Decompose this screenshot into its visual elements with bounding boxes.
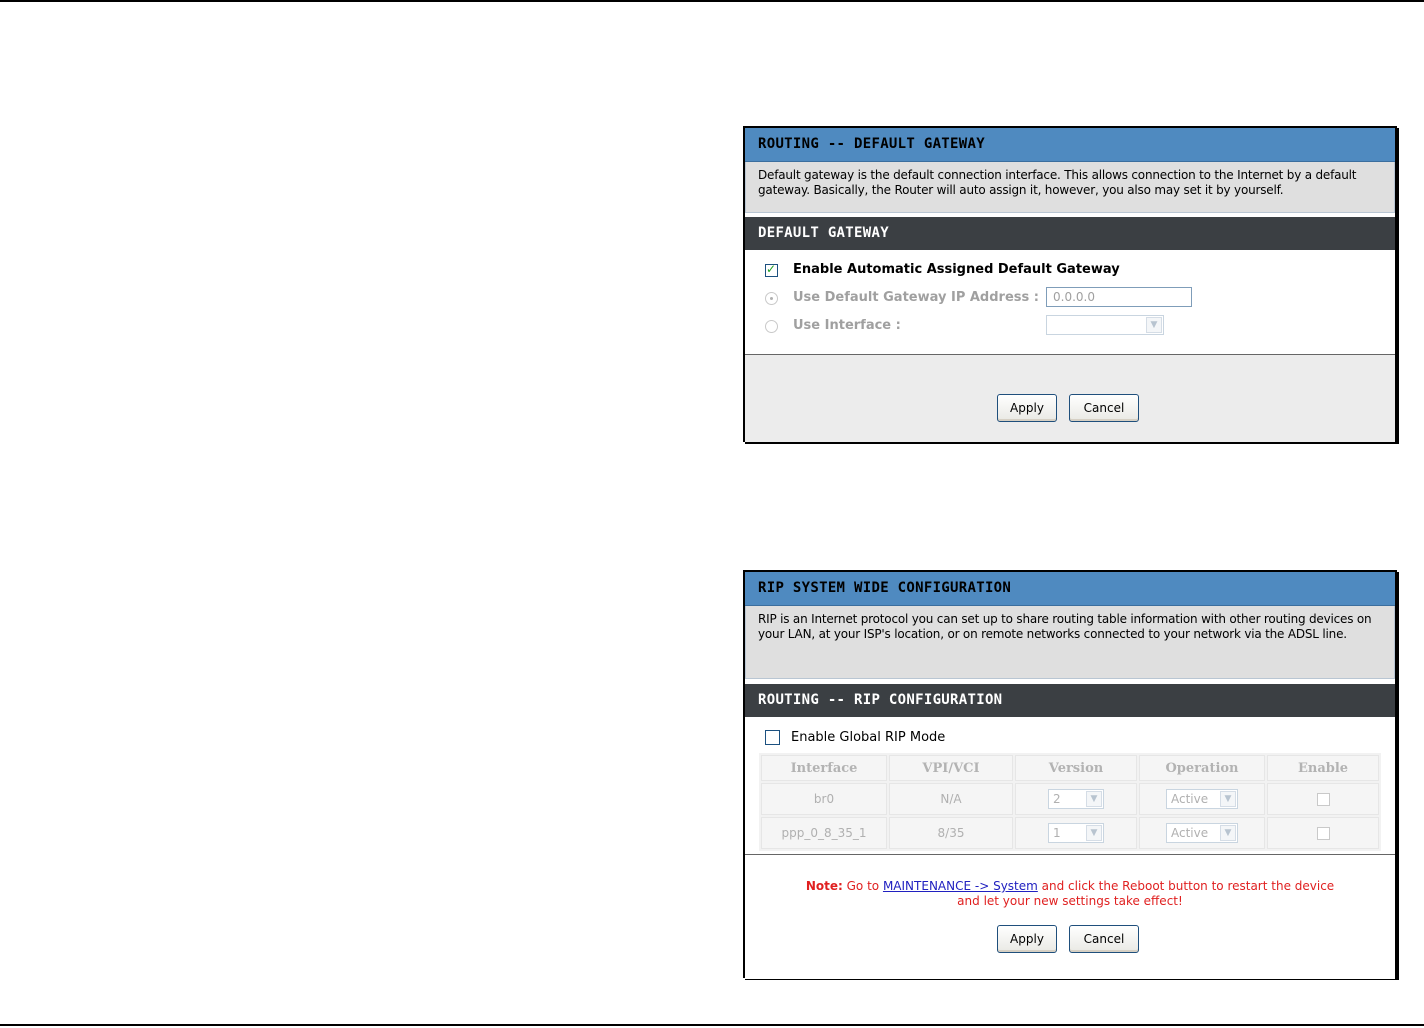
default-gateway-form: Enable Automatic Assigned Default Gatewa… — [745, 250, 1395, 354]
operation-select-value: Active — [1171, 792, 1209, 806]
rip-section-title: ROUTING -- RIP CONFIGURATION — [745, 684, 1395, 717]
row-version-cell: 1 ▼ — [1015, 817, 1137, 849]
chevron-down-icon: ▼ — [1086, 825, 1102, 841]
use-gateway-ip-label: Use Default Gateway IP Address : — [793, 290, 1039, 305]
version-select[interactable]: 2 ▼ — [1048, 789, 1104, 809]
row-enable-checkbox[interactable] — [1316, 793, 1330, 806]
default-gateway-section-title: DEFAULT GATEWAY — [745, 217, 1395, 250]
version-select[interactable]: 1 ▼ — [1048, 823, 1104, 843]
bottom-rule — [0, 1024, 1424, 1026]
chevron-down-icon: ▼ — [1220, 825, 1236, 841]
chevron-down-icon: ▼ — [1086, 791, 1102, 807]
operation-select[interactable]: Active ▼ — [1166, 823, 1238, 843]
column-header-enable: Enable — [1267, 755, 1379, 781]
table-row: br0 N/A 2 ▼ Active ▼ — [761, 783, 1379, 815]
rip-panel: RIP SYSTEM WIDE CONFIGURATION RIP is an … — [743, 570, 1397, 979]
table-row: ppp_0_8_35_1 8/35 1 ▼ Active ▼ — [761, 817, 1379, 849]
gateway-cancel-button[interactable]: Cancel — [1069, 394, 1139, 422]
enable-global-rip-label: Enable Global RIP Mode — [791, 730, 946, 745]
rip-panel-title: RIP SYSTEM WIDE CONFIGURATION — [745, 572, 1395, 606]
use-interface-radio[interactable] — [765, 320, 778, 333]
version-select-value: 2 — [1053, 792, 1061, 806]
gateway-apply-button[interactable]: Apply — [997, 394, 1057, 422]
use-interface-label: Use Interface : — [793, 318, 901, 333]
note-label: Note: — [805, 879, 843, 893]
note-line2: and let your new settings take effect! — [957, 894, 1183, 908]
row-vpi-vci: 8/35 — [889, 817, 1013, 849]
rip-interface-table: Interface VPI/VCI Version Operation Enab… — [759, 753, 1381, 851]
chevron-down-icon: ▼ — [1146, 317, 1162, 333]
row-enable-cell — [1267, 817, 1379, 849]
enable-auto-gateway-checkbox[interactable] — [765, 262, 778, 277]
enable-global-rip-checkbox[interactable] — [765, 730, 780, 745]
operation-select[interactable]: Active ▼ — [1166, 789, 1238, 809]
version-select-value: 1 — [1053, 826, 1061, 840]
note-suffix: and click the Reboot button to restart t… — [1041, 879, 1335, 893]
row-interface: br0 — [761, 783, 887, 815]
maintenance-system-link[interactable]: MAINTENANCE -> System — [883, 879, 1038, 893]
row-vpi-vci: N/A — [889, 783, 1013, 815]
row-operation-cell: Active ▼ — [1139, 783, 1265, 815]
default-gateway-footer: Apply Cancel — [745, 354, 1395, 442]
row-operation-cell: Active ▼ — [1139, 817, 1265, 849]
column-header-interface: Interface — [761, 755, 887, 781]
column-header-operation: Operation — [1139, 755, 1265, 781]
default-gateway-description: Default gateway is the default connectio… — [745, 162, 1395, 213]
gateway-ip-input[interactable]: 0.0.0.0 — [1046, 287, 1192, 307]
row-enable-cell — [1267, 783, 1379, 815]
rip-form: Enable Global RIP Mode Interface VPI/VCI… — [745, 717, 1395, 854]
interface-select[interactable]: ▼ — [1046, 315, 1164, 335]
top-rule — [0, 0, 1424, 2]
use-gateway-ip-radio[interactable] — [765, 292, 778, 305]
rip-cancel-button[interactable]: Cancel — [1069, 925, 1139, 953]
default-gateway-panel: ROUTING -- DEFAULT GATEWAY Default gatew… — [743, 126, 1397, 442]
row-enable-checkbox[interactable] — [1316, 827, 1330, 840]
enable-auto-gateway-label: Enable Automatic Assigned Default Gatewa… — [793, 262, 1120, 277]
default-gateway-panel-title: ROUTING -- DEFAULT GATEWAY — [745, 128, 1395, 162]
rip-description: RIP is an Internet protocol you can set … — [745, 606, 1395, 679]
row-version-cell: 2 ▼ — [1015, 783, 1137, 815]
rip-apply-button[interactable]: Apply — [997, 925, 1057, 953]
column-header-vpi-vci: VPI/VCI — [889, 755, 1013, 781]
operation-select-value: Active — [1171, 826, 1209, 840]
reboot-note: Note: Go to MAINTENANCE -> System and cl… — [745, 879, 1395, 909]
row-interface: ppp_0_8_35_1 — [761, 817, 887, 849]
column-header-version: Version — [1015, 755, 1137, 781]
rip-footer: Note: Go to MAINTENANCE -> System and cl… — [745, 854, 1395, 979]
chevron-down-icon: ▼ — [1220, 791, 1236, 807]
note-prefix: Go to — [846, 879, 880, 893]
